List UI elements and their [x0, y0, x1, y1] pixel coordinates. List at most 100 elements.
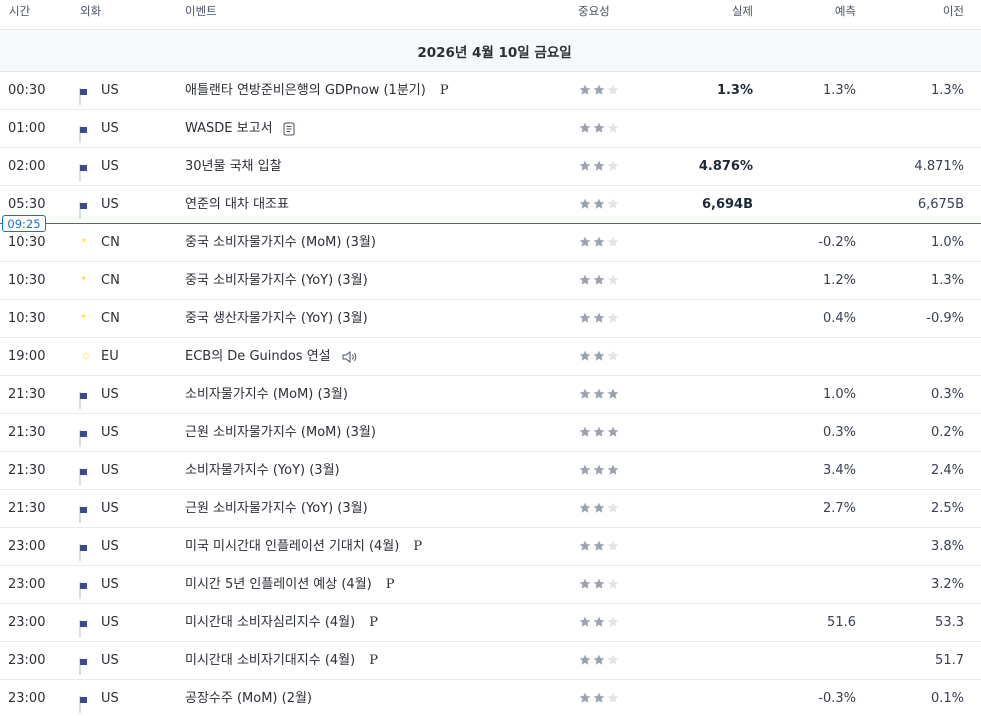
- event-title[interactable]: WASDE 보고서: [185, 120, 273, 138]
- us-flag-icon: [79, 696, 87, 713]
- header-previous[interactable]: 이전: [943, 3, 964, 19]
- previous-value: 2.4%: [930, 463, 964, 478]
- table-row[interactable]: 19:00 EU ECB의 De Guindos 연설: [0, 338, 981, 376]
- table-row[interactable]: 10:30 ★ CN 중국 소비자물가지수 (MoM) (3월) -0.2% 1.0%: [0, 224, 981, 262]
- forecast-value: 2.7%: [822, 501, 856, 516]
- event-title[interactable]: 애틀랜타 연방준비은행의 GDPnow (1분기): [185, 82, 426, 100]
- us-flag-icon: [79, 582, 87, 599]
- event-title[interactable]: 중국 소비자물가지수 (MoM) (3월): [185, 234, 376, 252]
- event-title[interactable]: 미시간대 소비자심리지수 (4월): [185, 614, 355, 632]
- event-title[interactable]: ECB의 De Guindos 연설: [185, 348, 331, 366]
- event-title[interactable]: 미시간 5년 인플레이션 예상 (4월): [185, 576, 372, 594]
- event-name[interactable]: 소비자물가지수 (MoM) (3월): [185, 386, 348, 404]
- header-importance[interactable]: 중요성: [578, 3, 610, 19]
- event-name[interactable]: WASDE 보고서: [185, 120, 295, 138]
- previous-value: 1.3%: [930, 273, 964, 288]
- us-flag-icon: [79, 126, 87, 143]
- event-title[interactable]: 공장수주 (MoM) (2월): [185, 690, 312, 708]
- event-name[interactable]: 중국 소비자물가지수 (MoM) (3월): [185, 234, 376, 252]
- table-row[interactable]: 23:00 US 미시간대 소비자기대지수 (4월) P 51.7: [0, 642, 981, 680]
- event-name[interactable]: 근원 소비자물가지수 (YoY) (3월): [185, 500, 368, 518]
- table-row[interactable]: 10:30 ★ CN 중국 생산자물가지수 (YoY) (3월) 0.4% -0.9%: [0, 300, 981, 338]
- event-name[interactable]: 미국 미시간대 인플레이션 기대치 (4월) P: [185, 538, 422, 556]
- event-name[interactable]: 중국 생산자물가지수 (YoY) (3월): [185, 310, 368, 328]
- us-flag-icon: [79, 430, 87, 447]
- table-row[interactable]: 23:00 US 미시간 5년 인플레이션 예상 (4월) P 3.2%: [0, 566, 981, 604]
- star-icon: [607, 502, 619, 514]
- event-time: 00:30: [8, 83, 46, 98]
- event-name[interactable]: ECB의 De Guindos 연설: [185, 348, 359, 366]
- event-name[interactable]: 소비자물가지수 (YoY) (3월): [185, 462, 340, 480]
- event-title[interactable]: 소비자물가지수 (YoY) (3월): [185, 462, 340, 480]
- document-icon[interactable]: [283, 122, 295, 136]
- table-row[interactable]: 23:00 US 미국 미시간대 인플레이션 기대치 (4월) P 3.8%: [0, 528, 981, 566]
- event-title[interactable]: 중국 생산자물가지수 (YoY) (3월): [185, 310, 368, 328]
- star-icon: [593, 540, 605, 552]
- forecast-value: 3.4%: [822, 463, 856, 478]
- currency-code: US: [101, 159, 119, 174]
- table-row[interactable]: 00:30 US 애틀랜타 연방준비은행의 GDPnow (1분기) P 1.3% 1.3…: [0, 72, 981, 110]
- table-row[interactable]: 05:30 US 연준의 대차 대조표 6,694B 6,675B: [0, 186, 981, 224]
- importance-stars: [579, 388, 619, 400]
- event-title[interactable]: 근원 소비자물가지수 (YoY) (3월): [185, 500, 368, 518]
- actual-value: 4.876%: [698, 159, 753, 174]
- currency-code: US: [101, 539, 119, 554]
- header-time[interactable]: 시간: [9, 3, 30, 19]
- table-row[interactable]: 21:30 US 근원 소비자물가지수 (YoY) (3월) 2.7% 2.5%: [0, 490, 981, 528]
- previous-value: 0.1%: [930, 691, 964, 706]
- importance-stars: [579, 540, 619, 552]
- date-label: 2026년 4월 10일 금요일: [417, 44, 572, 61]
- us-flag-icon: [79, 88, 87, 105]
- star-icon: [593, 312, 605, 324]
- current-time-line: [0, 223, 981, 224]
- event-name[interactable]: 중국 소비자물가지수 (YoY) (3월): [185, 272, 368, 290]
- event-name[interactable]: 공장수주 (MoM) (2월): [185, 690, 312, 708]
- table-row[interactable]: 23:00 US 미시간대 소비자심리지수 (4월) P 51.6 53.3: [0, 604, 981, 642]
- table-row[interactable]: 23:00 US 공장수주 (MoM) (2월) -0.3% 0.1%: [0, 680, 981, 716]
- event-name[interactable]: 애틀랜타 연방준비은행의 GDPnow (1분기) P: [185, 82, 449, 100]
- star-icon: [607, 198, 619, 210]
- speaker-icon[interactable]: [341, 350, 359, 364]
- event-name[interactable]: 미시간대 소비자기대지수 (4월) P: [185, 652, 378, 670]
- importance-stars: [579, 236, 619, 248]
- event-time: 05:30: [8, 197, 46, 212]
- table-row[interactable]: 02:00 US 30년물 국채 입찰 4.876% 4.871%: [0, 148, 981, 186]
- event-time: 01:00: [8, 121, 46, 136]
- importance-stars: [579, 122, 619, 134]
- event-title[interactable]: 미시간대 소비자기대지수 (4월): [185, 652, 355, 670]
- table-row[interactable]: 21:30 US 근원 소비자물가지수 (MoM) (3월) 0.3% 0.2%: [0, 414, 981, 452]
- header-actual[interactable]: 실제: [732, 3, 753, 19]
- us-flag-icon: [79, 620, 87, 637]
- header-forecast[interactable]: 예측: [835, 3, 856, 19]
- previous-value: 51.7: [935, 653, 964, 668]
- event-name[interactable]: 미시간대 소비자심리지수 (4월) P: [185, 614, 378, 632]
- star-icon: [579, 426, 591, 438]
- table-row[interactable]: 10:30 ★ CN 중국 소비자물가지수 (YoY) (3월) 1.2% 1.3%: [0, 262, 981, 300]
- event-title[interactable]: 30년물 국채 입찰: [185, 158, 282, 176]
- importance-stars: [579, 350, 619, 362]
- events-table: 00:30 US 애틀랜타 연방준비은행의 GDPnow (1분기) P 1.3% 1.3…: [0, 72, 981, 716]
- event-name[interactable]: 연준의 대차 대조표: [185, 196, 289, 214]
- star-icon: [579, 160, 591, 172]
- header-event[interactable]: 이벤트: [185, 3, 217, 19]
- table-row[interactable]: 21:30 US 소비자물가지수 (YoY) (3월) 3.4% 2.4%: [0, 452, 981, 490]
- star-icon: [593, 160, 605, 172]
- event-title[interactable]: 근원 소비자물가지수 (MoM) (3월): [185, 424, 376, 442]
- event-name[interactable]: 근원 소비자물가지수 (MoM) (3월): [185, 424, 376, 442]
- event-time: 02:00: [8, 159, 46, 174]
- event-title[interactable]: 소비자물가지수 (MoM) (3월): [185, 386, 348, 404]
- event-name[interactable]: 미시간 5년 인플레이션 예상 (4월) P: [185, 576, 395, 594]
- header-currency[interactable]: 외화: [80, 3, 101, 19]
- star-icon: [593, 236, 605, 248]
- event-name[interactable]: 30년물 국채 입찰: [185, 158, 282, 176]
- importance-stars: [579, 84, 619, 96]
- table-row[interactable]: 21:30 US 소비자물가지수 (MoM) (3월) 1.0% 0.3%: [0, 376, 981, 414]
- event-title[interactable]: 미국 미시간대 인플레이션 기대치 (4월): [185, 538, 399, 556]
- event-title[interactable]: 중국 소비자물가지수 (YoY) (3월): [185, 272, 368, 290]
- us-flag-icon: [79, 506, 87, 523]
- star-icon: [579, 122, 591, 134]
- preliminary-tag: P: [385, 577, 395, 592]
- event-title[interactable]: 연준의 대차 대조표: [185, 196, 289, 214]
- table-row[interactable]: 01:00 US WASDE 보고서: [0, 110, 981, 148]
- star-icon: [593, 122, 605, 134]
